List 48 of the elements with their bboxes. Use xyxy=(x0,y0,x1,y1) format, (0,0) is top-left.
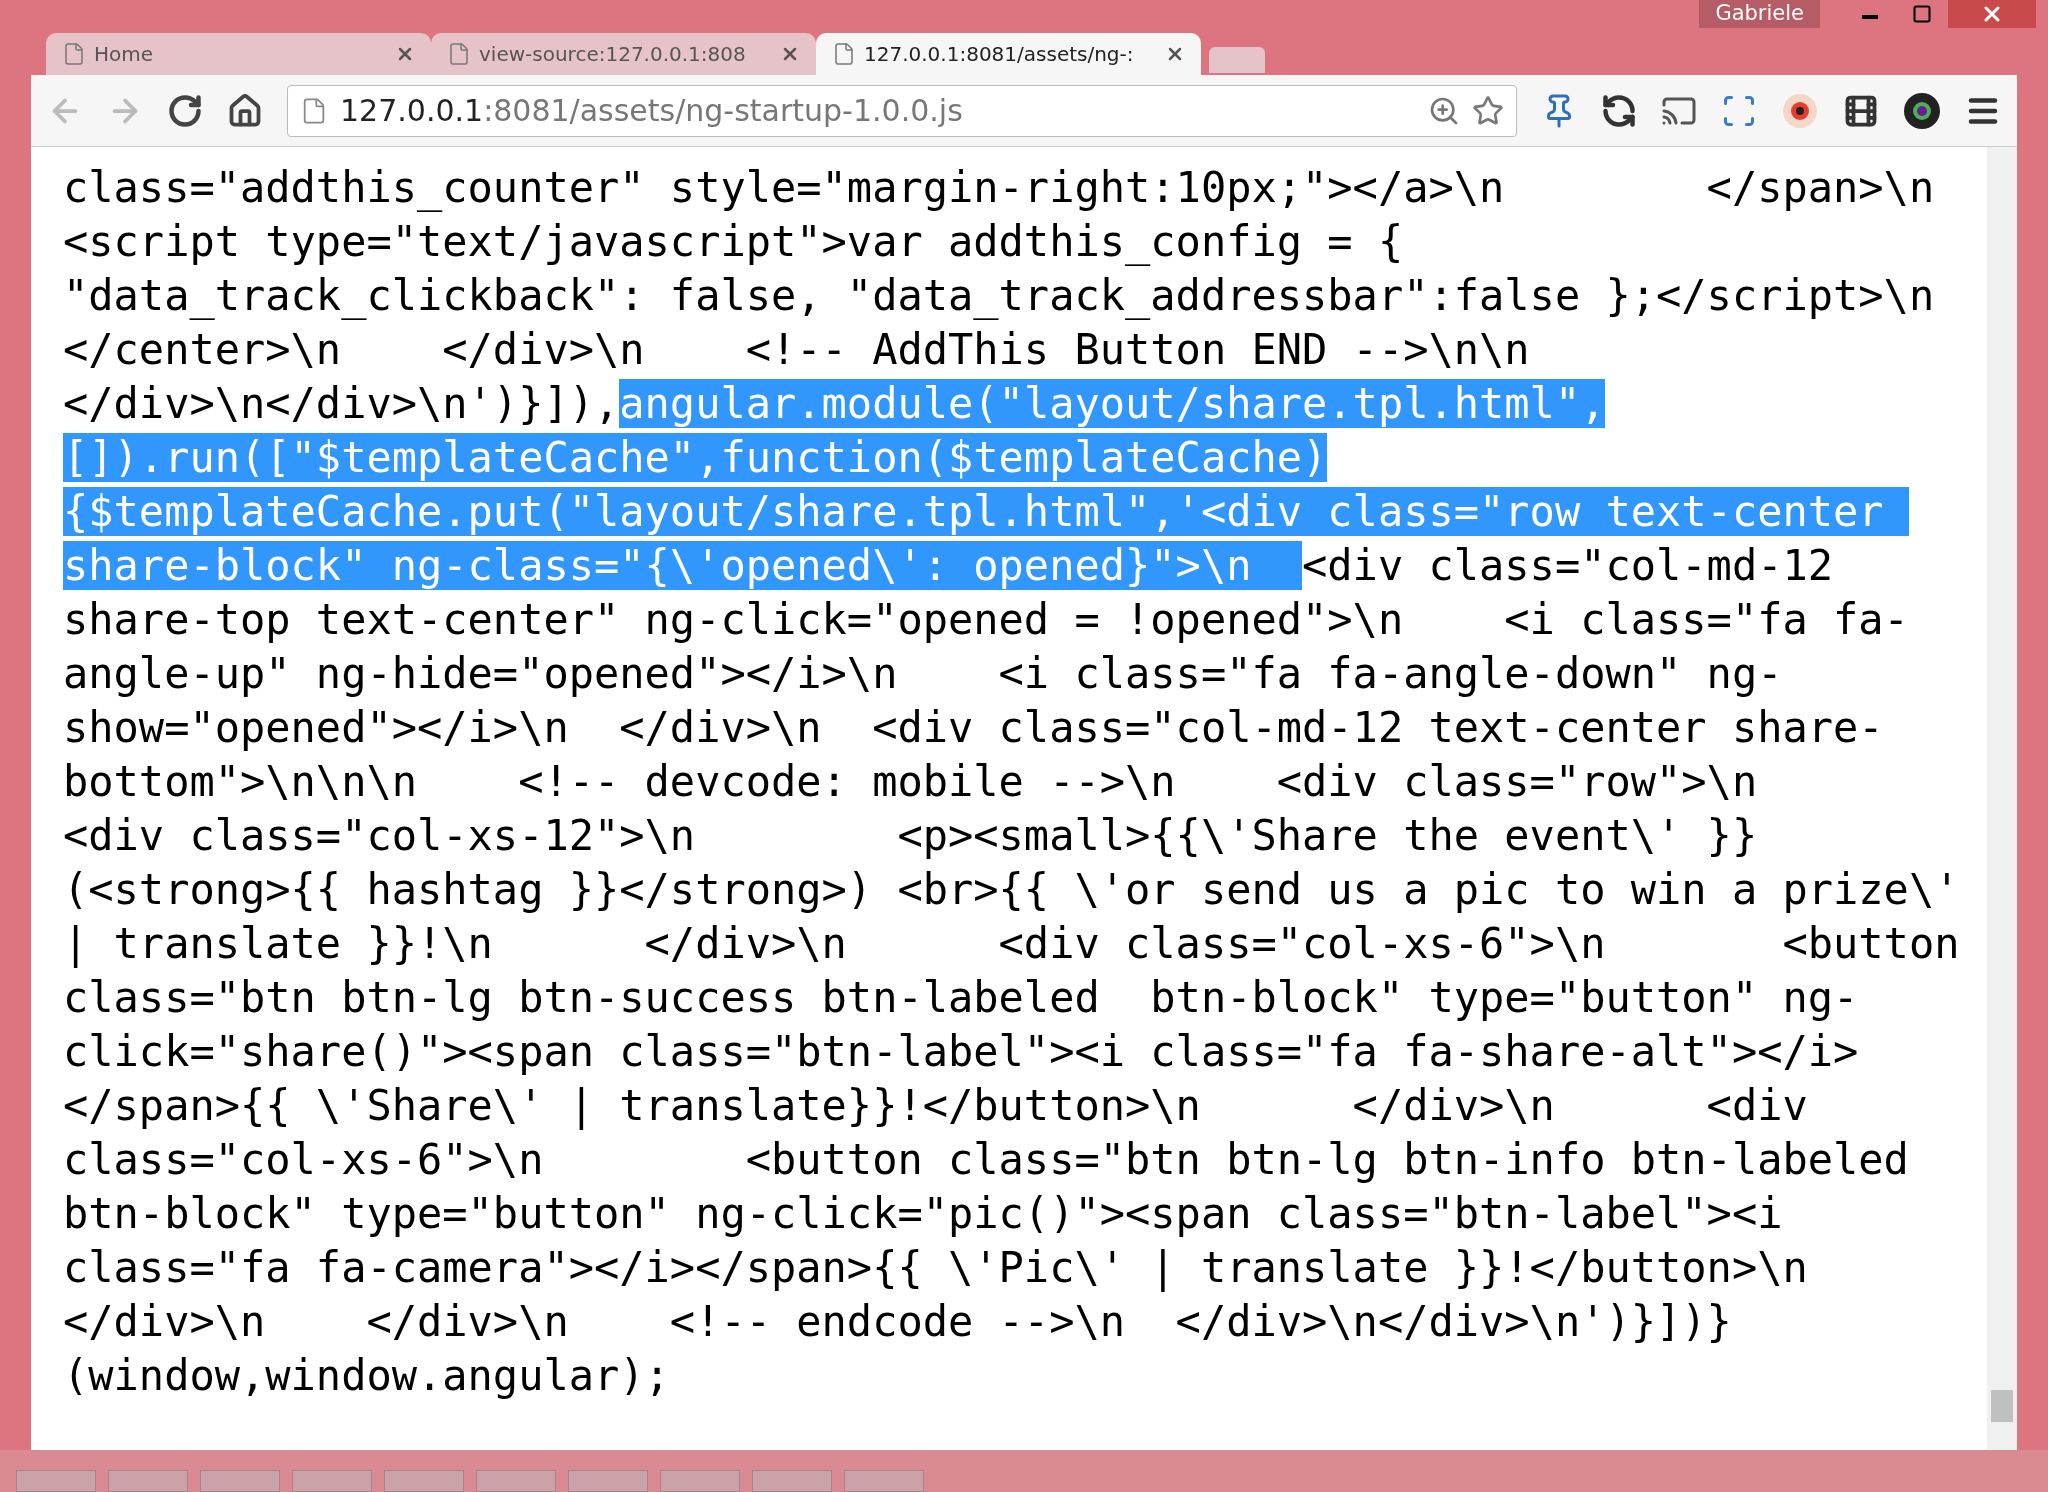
code-text: class="addthis_counter" style="margin-right:10px;"></a>\n </span>\n xyxy=(63,163,1935,212)
code-text: <script type="text/javascript">var addthis_config = { xyxy=(63,217,1404,266)
page-icon xyxy=(62,42,86,66)
selected-code-text: []).run(["$templateCache",function($templateCache) xyxy=(63,433,1328,482)
reload-button[interactable] xyxy=(167,92,203,129)
page-icon xyxy=(447,42,471,66)
page-icon xyxy=(832,42,856,66)
code-text: btn-block" type="button" ng-click="pic()"><span class="btn-label"><i xyxy=(63,1189,1783,1238)
user-name[interactable]: Gabriele xyxy=(1699,0,1820,28)
code-text: class="fa fa-camera"></i></span>{{ \'Pic\' | translate }}!</button>\n xyxy=(63,1243,1808,1292)
tab-title: 127.0.0.1:8081/assets/ng-: xyxy=(864,41,1135,68)
code-text: class="col-xs-6">\n <button class="btn btn-lg btn-info btn-labeled xyxy=(63,1135,1909,1184)
code-text: show="opened"></i>\n </div>\n <div class="col-md-12 text-center share- xyxy=(63,703,1884,752)
code-text: bottom">\n\n\n <!-- devcode: mobile -->\n <div class="row">\n xyxy=(63,757,1758,806)
code-text: <div class="col-xs-12">\n <p><small>{{\'Share the event\' }} xyxy=(63,811,1758,860)
camera-lens-icon[interactable] xyxy=(1903,91,1941,130)
maximize-icon xyxy=(1912,4,1932,24)
tab-title: view-source:127.0.0.1:808 xyxy=(479,41,747,68)
selected-code-text: share-block" ng-class="{\'opened\': opened}">\n xyxy=(63,541,1303,590)
code-text: angle-up" ng-hide="opened"></i>\n <i class="fa fa-angle-down" ng- xyxy=(63,649,1783,698)
browser-tab[interactable]: view-source:127.0.0.1:808 xyxy=(431,33,816,75)
minimize-icon xyxy=(1862,15,1878,19)
close-button[interactable] xyxy=(1948,0,2036,28)
code-text: </center>\n </div>\n <!-- AddThis Button END -->\n\n xyxy=(63,325,1530,374)
sync-icon[interactable] xyxy=(1601,92,1637,129)
code-text: </div>\n</div>\n')}]), xyxy=(63,379,620,428)
scrollbar[interactable] xyxy=(1987,147,2017,1450)
browser-tab[interactable]: 127.0.0.1:8081/assets/ng-: xyxy=(816,33,1201,75)
address-bar[interactable]: 127.0.0.1:8081/assets/ng-startup-1.0.0.js xyxy=(287,84,1517,137)
code-text: (window,window.angular); xyxy=(63,1351,670,1400)
code-text: </span>{{ \'Share\' | translate}}!</button>\n </div>\n <div xyxy=(63,1081,1808,1130)
browser-tab[interactable]: Home xyxy=(46,33,431,75)
code-text: <div class="col-md-12 xyxy=(1302,541,1834,590)
code-text: class="btn btn-lg btn-success btn-labeled btn-block" type="button" ng- xyxy=(63,973,1859,1022)
selected-code-text: angular.module("layout/share.tpl.html", xyxy=(619,379,1606,428)
code-text: share-top text-center" ng-click="opened = !opened">\n <i class="fa fa- xyxy=(63,595,1909,644)
code-text: </div>\n </div>\n <!-- endcode -->\n </div>\n</div>\n')}])} xyxy=(63,1297,1732,1346)
url-text: 127.0.0.1:8081/assets/ng-startup-1.0.0.js xyxy=(340,92,964,130)
code-text: "data_track_clickback": false, "data_track_addressbar":false };</script>\n xyxy=(63,271,1935,320)
code-text: (<strong>{{ hashtag }}</strong>) <br>{{ \'or send us a pic to win a prize\' xyxy=(63,865,1960,914)
home-button[interactable] xyxy=(227,92,263,129)
code-text: click="share()"><span class="btn-label"><i class="fa fa-share-alt"></i> xyxy=(63,1027,1859,1076)
tab-title: Home xyxy=(94,41,155,68)
code-text: | translate }}!\n </div>\n <div class="col-xs-6">\n <button xyxy=(63,919,1960,968)
bookmark-star-icon[interactable] xyxy=(1472,94,1504,127)
color-picker-icon[interactable] xyxy=(1781,91,1819,130)
scrollbar-thumb[interactable] xyxy=(1991,1390,2013,1422)
selected-code-text: {$templateCache.put("layout/share.tpl.html",'<div class="row text-center xyxy=(63,487,1909,536)
